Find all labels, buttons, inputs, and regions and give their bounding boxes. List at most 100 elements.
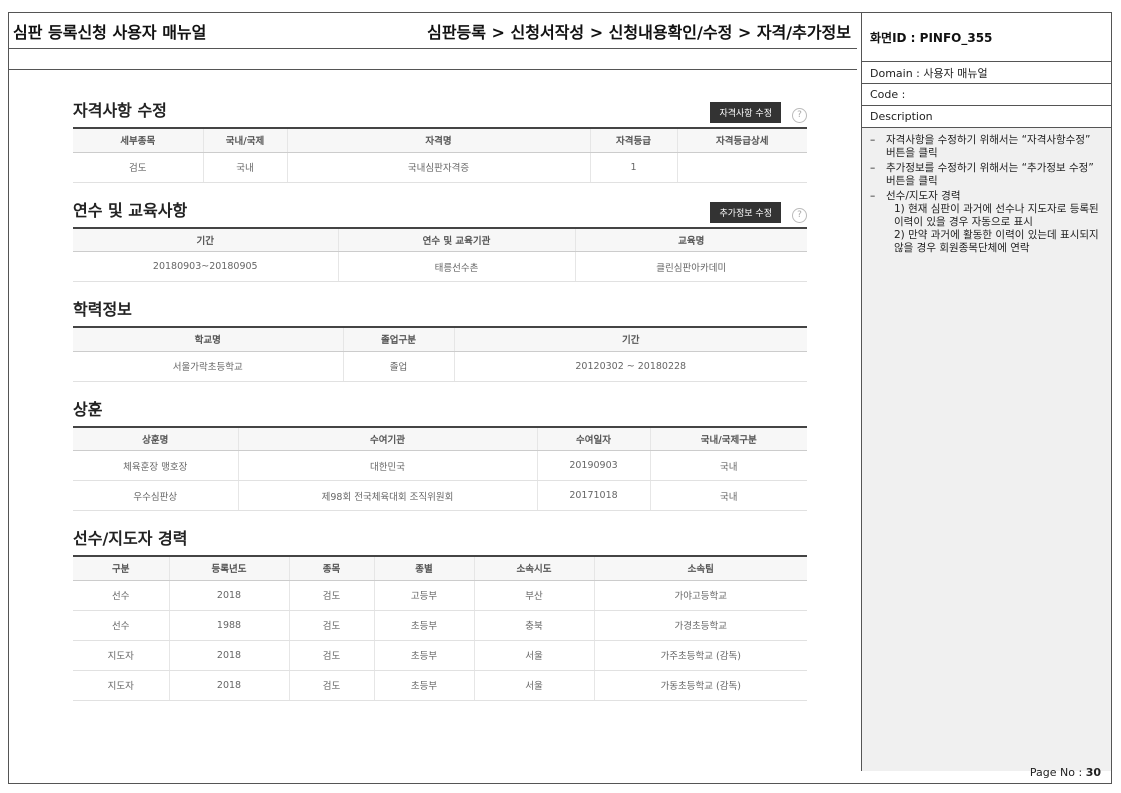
table-cell: 충북 xyxy=(473,610,594,641)
table-cell: 초등부 xyxy=(373,610,474,641)
table-cell xyxy=(676,152,807,183)
column-header: 학교명 xyxy=(73,326,343,352)
table-cell: 졸업 xyxy=(342,351,454,382)
table-cell: 부산 xyxy=(473,580,594,611)
table-cell: 지도자 xyxy=(73,640,169,671)
section-title: 자격사항 수정 xyxy=(73,101,167,120)
table-cell: 선수 xyxy=(73,610,169,641)
column-header: 자격등급 xyxy=(589,127,677,153)
table-row: 지도자 2018 검도 초등부 서울 가주초등학교 (감독) xyxy=(73,640,807,671)
column-header: 소속팀 xyxy=(593,555,807,581)
section-title: 상훈 xyxy=(73,399,103,419)
description-panel: 화면ID : PINFO_355 Domain : 사용자 매뉴얼 Code :… xyxy=(861,13,1111,771)
table-cell: 검도 xyxy=(288,580,374,611)
column-header: 국내/국제 xyxy=(202,127,287,153)
table-row: 체육훈장 맹호장 대한민국 20190903 국내 xyxy=(73,450,807,481)
screen-id: 화면ID : PINFO_355 xyxy=(862,13,1111,62)
breadcrumb: 심판등록 > 신청서작성 > 신청내용확인/수정 > 자격/추가정보 xyxy=(427,22,851,42)
table-cell: 국내 xyxy=(649,480,807,511)
table-cell: 1988 xyxy=(168,610,289,641)
page-number: Page No : 30 xyxy=(1030,766,1101,779)
description-subitem: 1) 현재 심판이 과거에 선수나 지도자로 등록된 이력이 있을 경우 자동으… xyxy=(894,203,1099,228)
table-cell: 클린심판아카데미 xyxy=(574,251,807,282)
edit-additional-info-button[interactable]: 추가정보 수정 xyxy=(710,201,781,223)
main-panel: 심판 등록신청 사용자 매뉴얼 심판등록 > 신청서작성 > 신청내용확인/수정… xyxy=(9,13,857,771)
table-cell: 서울 xyxy=(473,640,594,671)
section-title: 학력정보 xyxy=(73,300,132,319)
description-label: Description xyxy=(862,106,1111,128)
description-list: 자격사항을 수정하기 위해서는 “자격사항수정” 버튼을 클릭 추가정보를 수정… xyxy=(862,128,1111,263)
edit-qualifications-button[interactable]: 자격사항 수정 xyxy=(710,102,781,123)
header-subbar xyxy=(9,49,857,70)
column-header: 종목 xyxy=(288,555,374,581)
description-item: 추가정보를 수정하기 위해서는 “추가정보 수정” 버튼을 클릭 xyxy=(870,162,1103,188)
table-cell: 지도자 xyxy=(73,670,169,701)
awards-table: 상훈명 수여기관 수여일자 국내/국제구분 체육훈장 맹호장 대한민국 2019… xyxy=(73,425,807,511)
column-header: 구분 xyxy=(73,555,169,581)
column-header: 자격명 xyxy=(286,127,590,153)
table-cell: 선수 xyxy=(73,580,169,611)
table-cell: 검도 xyxy=(288,670,374,701)
table-cell: 국내심판자격증 xyxy=(286,152,590,183)
qualifications-header: 자격사항 수정 자격사항 수정 ? xyxy=(73,97,807,127)
column-header: 수여기관 xyxy=(237,425,537,451)
table-cell: 고등부 xyxy=(373,580,474,611)
column-header: 졸업구분 xyxy=(342,326,454,352)
description-item: 자격사항을 수정하기 위해서는 “자격사항수정” 버튼을 클릭 xyxy=(870,134,1103,160)
column-header: 세부종목 xyxy=(73,127,203,153)
column-header: 자격등급상세 xyxy=(676,127,807,153)
career-table: 구분 등록년도 종목 종별 소속시도 소속팀 선수 2018 검도 고등부 부산… xyxy=(73,555,807,701)
column-header: 국내/국제구분 xyxy=(649,425,807,451)
section-title: 연수 및 교육사항 xyxy=(73,200,188,220)
table-cell: 가동초등학교 (감독) xyxy=(593,670,807,701)
table-row: 우수심판상 제98회 전국체육대회 조직위원회 20171018 국내 xyxy=(73,480,807,511)
screen-content: 자격사항 수정 자격사항 수정 ? 세부종목 국내/국제 자격명 자격등급 자격… xyxy=(73,97,807,701)
column-header: 소속시도 xyxy=(473,555,594,581)
table-cell: 국내 xyxy=(649,450,807,481)
table-cell: 검도 xyxy=(288,610,374,641)
table-row: 지도자 2018 검도 초등부 서울 가동초등학교 (감독) xyxy=(73,670,807,701)
code-row: Code : xyxy=(862,84,1111,106)
table-cell: 서울가락초등학교 xyxy=(73,351,343,382)
page-header: 심판 등록신청 사용자 매뉴얼 심판등록 > 신청서작성 > 신청내용확인/수정… xyxy=(9,13,857,49)
page-number-label: Page No : xyxy=(1029,766,1086,779)
table-cell: 2018 xyxy=(168,580,289,611)
column-header: 기간 xyxy=(453,326,807,352)
training-header: 연수 및 교육사항 추가정보 수정 ? xyxy=(73,197,807,227)
table-cell: 검도 xyxy=(73,152,203,183)
column-header: 수여일자 xyxy=(536,425,650,451)
help-icon[interactable]: ? xyxy=(792,207,807,223)
table-cell: 대한민국 xyxy=(237,450,537,481)
description-subitem: 2) 만약 과거에 활동한 이력이 있는데 표시되지 않을 경우 회원종목단체에… xyxy=(894,229,1099,254)
table-cell: 20120302 ~ 20180228 xyxy=(453,351,807,382)
column-header: 교육명 xyxy=(574,226,807,252)
table-cell: 1 xyxy=(589,152,677,183)
table-cell: 초등부 xyxy=(373,670,474,701)
table-row: 선수 2018 검도 고등부 부산 가야고등학교 xyxy=(73,580,807,611)
document-title: 심판 등록신청 사용자 매뉴얼 xyxy=(13,22,207,42)
help-icon[interactable]: ? xyxy=(792,108,807,123)
column-header: 연수 및 교육기관 xyxy=(337,226,575,252)
table-cell: 서울 xyxy=(473,670,594,701)
table-cell: 2018 xyxy=(168,670,289,701)
column-header: 등록년도 xyxy=(168,555,289,581)
table-cell: 국내 xyxy=(202,152,287,183)
training-table: 기간 연수 및 교육기관 교육명 20180903~20180905 태릉선수촌… xyxy=(73,226,807,282)
column-header: 상훈명 xyxy=(73,425,238,451)
awards-header: 상훈 xyxy=(73,396,807,426)
section-title: 선수/지도자 경력 xyxy=(73,529,188,548)
table-row: 검도 국내 국내심판자격증 1 xyxy=(73,152,807,183)
table-cell: 20190903 xyxy=(536,450,650,481)
table-row: 선수 1988 검도 초등부 충북 가경초등학교 xyxy=(73,610,807,641)
table-cell: 초등부 xyxy=(373,640,474,671)
qualifications-table: 세부종목 국내/국제 자격명 자격등급 자격등급상세 검도 국내 국내심판자격증… xyxy=(73,127,807,183)
table-cell: 태릉선수촌 xyxy=(337,251,575,282)
manual-page: 심판 등록신청 사용자 매뉴얼 심판등록 > 신청서작성 > 신청내용확인/수정… xyxy=(8,12,1112,784)
description-item-title: 선수/지도자 경력 xyxy=(886,190,961,202)
table-cell: 제98회 전국체육대회 조직위원회 xyxy=(237,480,537,511)
table-row: 20180903~20180905 태릉선수촌 클린심판아카데미 xyxy=(73,251,807,282)
education-header: 학력정보 xyxy=(73,296,807,326)
table-cell: 2018 xyxy=(168,640,289,671)
table-cell: 20180903~20180905 xyxy=(73,251,338,282)
description-item: 선수/지도자 경력 1) 현재 심판이 과거에 선수나 지도자로 등록된 이력이… xyxy=(870,190,1103,255)
